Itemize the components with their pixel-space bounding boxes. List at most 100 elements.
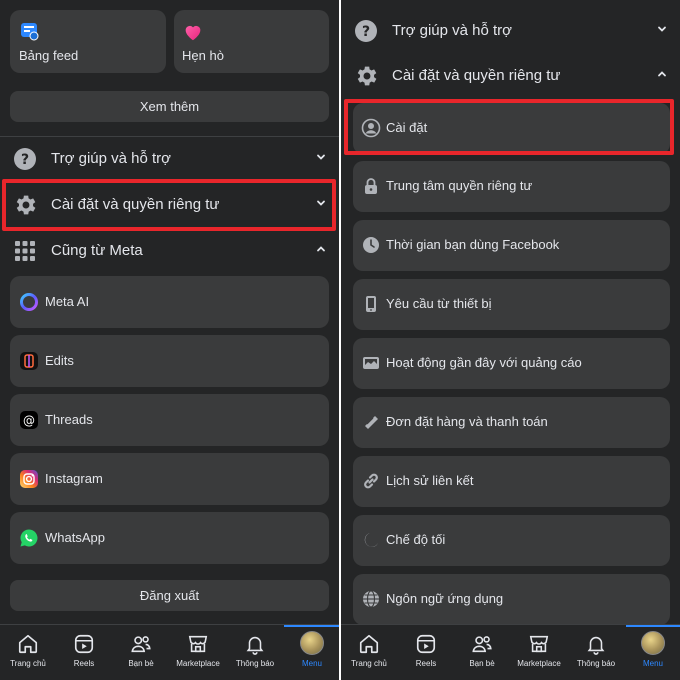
nav-label: Reels: [73, 659, 95, 668]
nav-label: Trang chủ: [351, 659, 387, 668]
chevron-down-icon: [315, 150, 327, 162]
nav-menu[interactable]: Menu: [625, 625, 680, 680]
meta-app-label: Meta AI: [45, 294, 90, 309]
bottom-nav: Trang chủ Reels Bạn bè Marketplace Thông…: [341, 624, 680, 680]
left-menu-panel: Bảng feed Hẹn hò Xem thêm ? Trợ giúp và …: [0, 0, 339, 680]
nav-home[interactable]: Trang chủ: [0, 625, 56, 680]
nav-reels[interactable]: Reels: [398, 625, 454, 680]
nav-reels[interactable]: Reels: [56, 625, 112, 680]
reels-icon: [415, 633, 437, 655]
bell-icon: [244, 633, 266, 655]
gear-icon: [353, 63, 379, 89]
avatar: [300, 631, 324, 655]
whatsapp-icon: [19, 528, 39, 548]
reels-icon: [73, 633, 95, 655]
settings-item-privacy-center[interactable]: Trung tâm quyền riêng tư: [353, 161, 670, 212]
moon-icon: [361, 530, 381, 550]
nav-friends[interactable]: Bạn bè: [113, 625, 169, 680]
settings-item-label: Thời gian bạn dùng Facebook: [386, 237, 560, 252]
meta-app-label: Edits: [45, 353, 74, 368]
nav-friends[interactable]: Bạn bè: [454, 625, 510, 680]
settings-item-app-language[interactable]: Ngôn ngữ ứng dụng: [353, 574, 670, 625]
nav-label: Bạn bè: [128, 659, 154, 668]
clock-icon: [361, 235, 381, 255]
settings-item-dark-mode[interactable]: Chế độ tối: [353, 515, 670, 566]
help-support-section[interactable]: ? Trợ giúp và hỗ trợ: [0, 136, 339, 180]
marketplace-icon: [187, 633, 209, 655]
avatar: [641, 631, 665, 655]
also-from-meta-label: Cũng từ Meta: [51, 242, 143, 259]
friends-icon: [471, 633, 493, 655]
heart-icon: [182, 21, 204, 43]
lock-icon: [361, 176, 381, 196]
threads-icon: @: [19, 410, 39, 430]
right-menu-panel: ? Trợ giúp và hỗ trợ Cài đặt và quyền ri…: [341, 0, 680, 680]
svg-text:@: @: [23, 414, 35, 428]
nav-label: Trang chủ: [10, 659, 46, 668]
settings-item-label: Yêu cầu từ thiết bị: [386, 296, 492, 311]
meta-app-label: WhatsApp: [45, 530, 105, 545]
logout-button[interactable]: Đăng xuất: [10, 580, 329, 611]
highlight-box: [2, 179, 336, 231]
meta-app-edits[interactable]: Edits: [10, 335, 329, 387]
help-icon: ?: [12, 146, 38, 172]
help-support-section[interactable]: ? Trợ giúp và hỗ trợ: [341, 8, 680, 52]
globe-icon: [361, 589, 381, 609]
nav-notifications[interactable]: Thông báo: [227, 625, 283, 680]
settings-item-device-requests[interactable]: Yêu cầu từ thiết bị: [353, 279, 670, 330]
highlight-box: [344, 99, 674, 155]
see-more-button[interactable]: Xem thêm: [10, 91, 329, 122]
settings-item-orders-payments[interactable]: Đơn đặt hàng và thanh toán: [353, 397, 670, 448]
settings-privacy-label: Cài đặt và quyền riêng tư: [392, 67, 561, 84]
nav-notifications[interactable]: Thông báo: [568, 625, 624, 680]
settings-item-label: Chế độ tối: [386, 532, 446, 547]
settings-item-ad-activity[interactable]: Hoạt động gần đây với quảng cáo: [353, 338, 670, 389]
apps-grid-icon: [12, 238, 38, 264]
settings-privacy-section[interactable]: Cài đặt và quyền riêng tư: [341, 53, 680, 97]
shortcut-feed-label: Bảng feed: [19, 48, 79, 63]
settings-item-label: Lịch sử liên kết: [386, 473, 474, 488]
marketplace-icon: [528, 633, 550, 655]
shortcut-feed[interactable]: Bảng feed: [10, 10, 166, 73]
link-icon: [361, 471, 381, 491]
nav-marketplace[interactable]: Marketplace: [511, 625, 567, 680]
bell-icon: [585, 633, 607, 655]
settings-item-label: Đơn đặt hàng và thanh toán: [386, 414, 548, 429]
meta-app-instagram[interactable]: Instagram: [10, 453, 329, 505]
shortcut-dating[interactable]: Hẹn hò: [174, 10, 329, 73]
nav-menu[interactable]: Menu: [284, 625, 339, 680]
feed-icon: [19, 21, 39, 41]
meta-app-meta-ai[interactable]: Meta AI: [10, 276, 329, 328]
settings-item-label: Hoạt động gần đây với quảng cáo: [386, 355, 582, 370]
nav-label: Menu: [642, 659, 663, 668]
nav-label: Thông báo: [576, 659, 616, 668]
nav-marketplace[interactable]: Marketplace: [170, 625, 226, 680]
payment-icon: [361, 412, 381, 432]
friends-icon: [130, 633, 152, 655]
settings-item-time-on-facebook[interactable]: Thời gian bạn dùng Facebook: [353, 220, 670, 271]
meta-app-label: Threads: [45, 412, 93, 427]
nav-label: Marketplace: [517, 659, 561, 668]
settings-item-link-history[interactable]: Lịch sử liên kết: [353, 456, 670, 507]
home-icon: [358, 633, 380, 655]
nav-label: Thông báo: [235, 659, 275, 668]
instagram-icon: [19, 469, 39, 489]
help-support-label: Trợ giúp và hỗ trợ: [51, 150, 171, 167]
svg-text:?: ?: [362, 24, 370, 40]
nav-label: Bạn bè: [469, 659, 495, 668]
nav-home[interactable]: Trang chủ: [341, 625, 397, 680]
device-icon: [361, 294, 381, 314]
settings-item-label: Trung tâm quyền riêng tư: [386, 178, 533, 193]
shortcut-dating-label: Hẹn hò: [182, 48, 224, 63]
meta-app-label: Instagram: [45, 471, 103, 486]
nav-label: Reels: [415, 659, 437, 668]
help-support-label: Trợ giúp và hỗ trợ: [392, 22, 512, 39]
meta-app-whatsapp[interactable]: WhatsApp: [10, 512, 329, 564]
nav-label: Marketplace: [176, 659, 220, 668]
ad-activity-icon: [361, 353, 381, 373]
nav-label: Menu: [301, 659, 322, 668]
help-icon: ?: [353, 18, 379, 44]
chevron-up-icon: [656, 67, 668, 79]
also-from-meta-section[interactable]: Cũng từ Meta: [0, 228, 339, 272]
meta-app-threads[interactable]: @ Threads: [10, 394, 329, 446]
